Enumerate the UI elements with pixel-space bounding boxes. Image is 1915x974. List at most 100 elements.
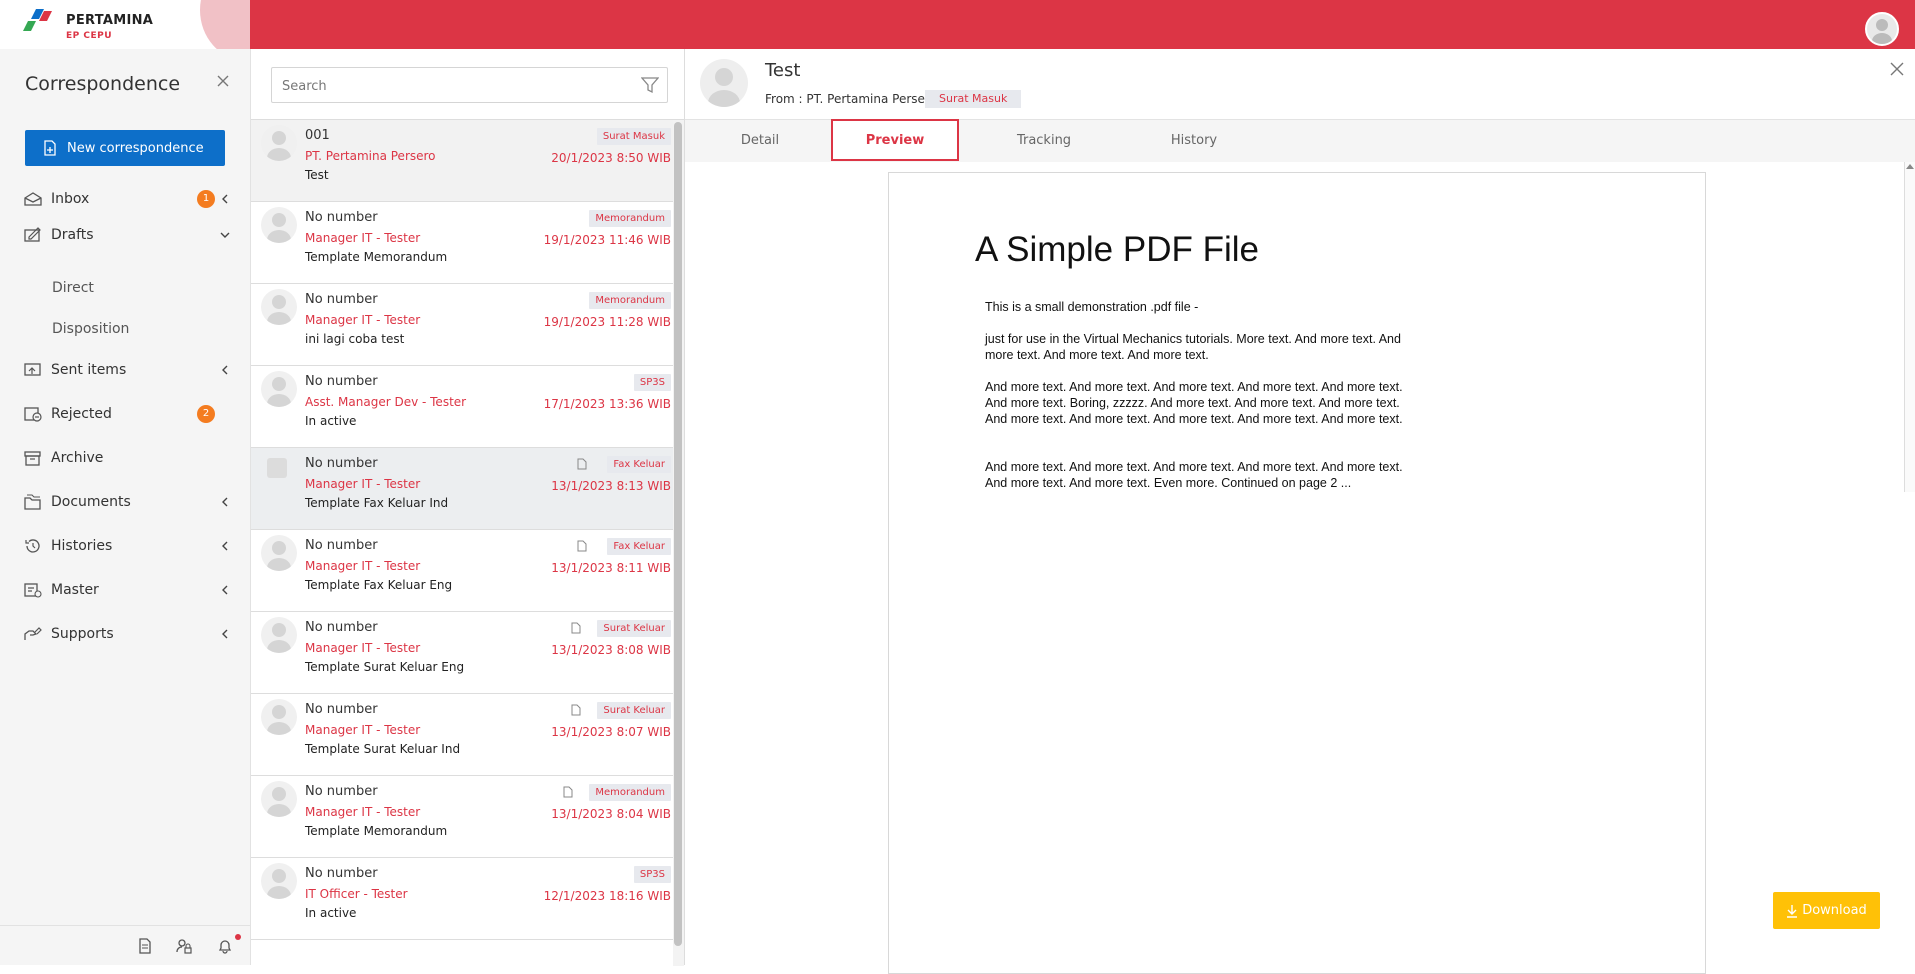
item-number: No number [305,374,378,389]
item-subject: Template Memorandum [305,824,448,838]
item-number: 001 [305,128,330,143]
chevron-down-icon[interactable] [220,230,230,240]
item-type-tag: Fax Keluar [607,456,671,473]
user-avatar[interactable] [1865,12,1899,46]
sidebar-item-master[interactable]: Master [0,576,250,604]
tab-detail[interactable]: Detail [696,120,824,162]
tab-history[interactable]: History [1130,120,1258,162]
list-item[interactable]: No number Manager IT - Tester Template M… [251,202,673,284]
item-number: No number [305,702,378,717]
item-from: Manager IT - Tester [305,559,421,573]
sent-icon [24,363,41,376]
download-button[interactable]: Download [1773,892,1880,929]
brand-sub: EP CEPU [66,31,113,41]
avatar [261,535,297,571]
tab-tracking[interactable]: Tracking [980,120,1108,162]
close-sidebar-icon[interactable] [214,73,232,91]
chevron-left-icon[interactable] [220,194,230,204]
item-date: 19/1/2023 11:46 WIB [543,233,671,247]
item-date: 13/1/2023 8:04 WIB [551,807,671,821]
chevron-left-icon[interactable] [220,585,230,595]
item-type-tag: SP3S [633,866,671,883]
item-number: No number [305,620,378,635]
search-input[interactable] [280,75,624,97]
sidebar-item-label: Documents [51,494,131,510]
item-subject: Template Fax Keluar Ind [305,496,449,510]
chevron-left-icon[interactable] [220,629,230,639]
drafts-icon [24,227,41,242]
attachment-doc-icon [571,622,581,634]
documents-icon [24,494,41,510]
item-subject: Template Surat Keluar Eng [305,660,465,674]
sidebar-item-inbox[interactable]: Inbox 1 [0,185,250,213]
item-number: No number [305,538,378,553]
sidebar-item-label: Sent items [51,362,127,378]
sidebar-item-rejected[interactable]: Rejected 2 [0,400,250,428]
item-type-tag: Fax Keluar [607,538,671,555]
avatar [261,781,297,817]
item-from: IT Officer - Tester [305,887,408,901]
tab-preview[interactable]: Preview [831,119,959,161]
list-item[interactable]: No number Manager IT - Tester ini lagi c… [251,284,673,366]
item-from: Manager IT - Tester [305,723,421,737]
sidebar-item-direct[interactable]: Direct [52,280,94,296]
correspondence-list-panel: 001 PT. Pertamina Persero Test Surat Mas… [251,49,685,966]
new-correspondence-button[interactable]: New correspondence [25,130,225,166]
list-item[interactable]: No number Manager IT - Tester Template M… [251,776,673,858]
chevron-left-icon[interactable] [220,365,230,375]
close-icon[interactable] [1889,61,1905,77]
sidebar-item-label: Inbox [51,191,90,207]
avatar [261,289,297,325]
list-item[interactable]: No number Manager IT - Tester Template F… [251,448,673,530]
detail-type-tag: Surat Masuk [925,90,1022,108]
list-scrollbar-thumb[interactable] [674,122,682,946]
document-icon[interactable] [137,938,153,954]
viewer-scrollbar[interactable] [1904,162,1915,492]
sidebar-item-label: Histories [51,538,113,554]
download-icon [1787,904,1798,918]
avatar [261,371,297,407]
sidebar-item-disposition[interactable]: Disposition [52,321,129,337]
sidebar-item-archive[interactable]: Archive [0,444,250,472]
detail-panel: Test From : PT. Pertamina Persero Surat … [685,49,1915,974]
filter-icon[interactable] [641,76,659,94]
sidebar-item-supports[interactable]: Supports [0,620,250,648]
item-date: 12/1/2023 18:16 WIB [543,889,671,903]
item-date: 13/1/2023 8:11 WIB [551,561,671,575]
attachment-doc-icon [563,786,573,798]
sidebar-item-drafts[interactable]: Drafts [0,221,250,249]
sidebar-item-sent[interactable]: Sent items [0,356,250,384]
avatar [261,863,297,899]
sidebar-item-histories[interactable]: Histories [0,532,250,560]
sidebar-item-documents[interactable]: Documents [0,488,250,516]
sidebar-item-label: Supports [51,626,114,642]
scroll-up-icon[interactable] [1906,164,1914,169]
list-item[interactable]: No number Asst. Manager Dev - Tester In … [251,366,673,448]
item-subject: ini lagi coba test [305,332,405,346]
user-lock-icon[interactable] [176,938,192,954]
list-item[interactable]: 001 PT. Pertamina Persero Test Surat Mas… [251,120,673,202]
sidebar-footer [0,925,250,966]
list-item[interactable]: No number Manager IT - Tester Template S… [251,694,673,776]
item-type-tag: Memorandum [589,210,671,227]
bell-icon[interactable] [217,938,233,954]
item-subject: Template Surat Keluar Ind [305,742,461,756]
sidebar-item-label: Master [51,582,99,598]
pdf-viewer[interactable]: A Simple PDF File This is a small demons… [685,162,1915,974]
pdf-paragraph: This is a small demonstration .pdf file … [985,300,1199,314]
item-type-tag: Surat Keluar [597,620,671,637]
supports-icon [24,627,42,640]
list-item[interactable]: No number IT Officer - Tester In active … [251,858,673,940]
item-date: 13/1/2023 8:13 WIB [551,479,671,493]
item-subject: Template Fax Keluar Eng [305,578,453,592]
list-item[interactable]: No number Manager IT - Tester Template S… [251,612,673,694]
item-type-tag: Memorandum [589,784,671,801]
inbox-icon [24,192,42,206]
item-checkbox[interactable] [267,458,287,478]
chevron-left-icon[interactable] [220,541,230,551]
chevron-left-icon[interactable] [220,497,230,507]
sidebar-title: Correspondence [25,73,181,95]
sidebar-item-label: Rejected [51,406,112,422]
list-item[interactable]: No number Manager IT - Tester Template F… [251,530,673,612]
sidebar: Correspondence New correspondence Inbox … [0,49,251,965]
